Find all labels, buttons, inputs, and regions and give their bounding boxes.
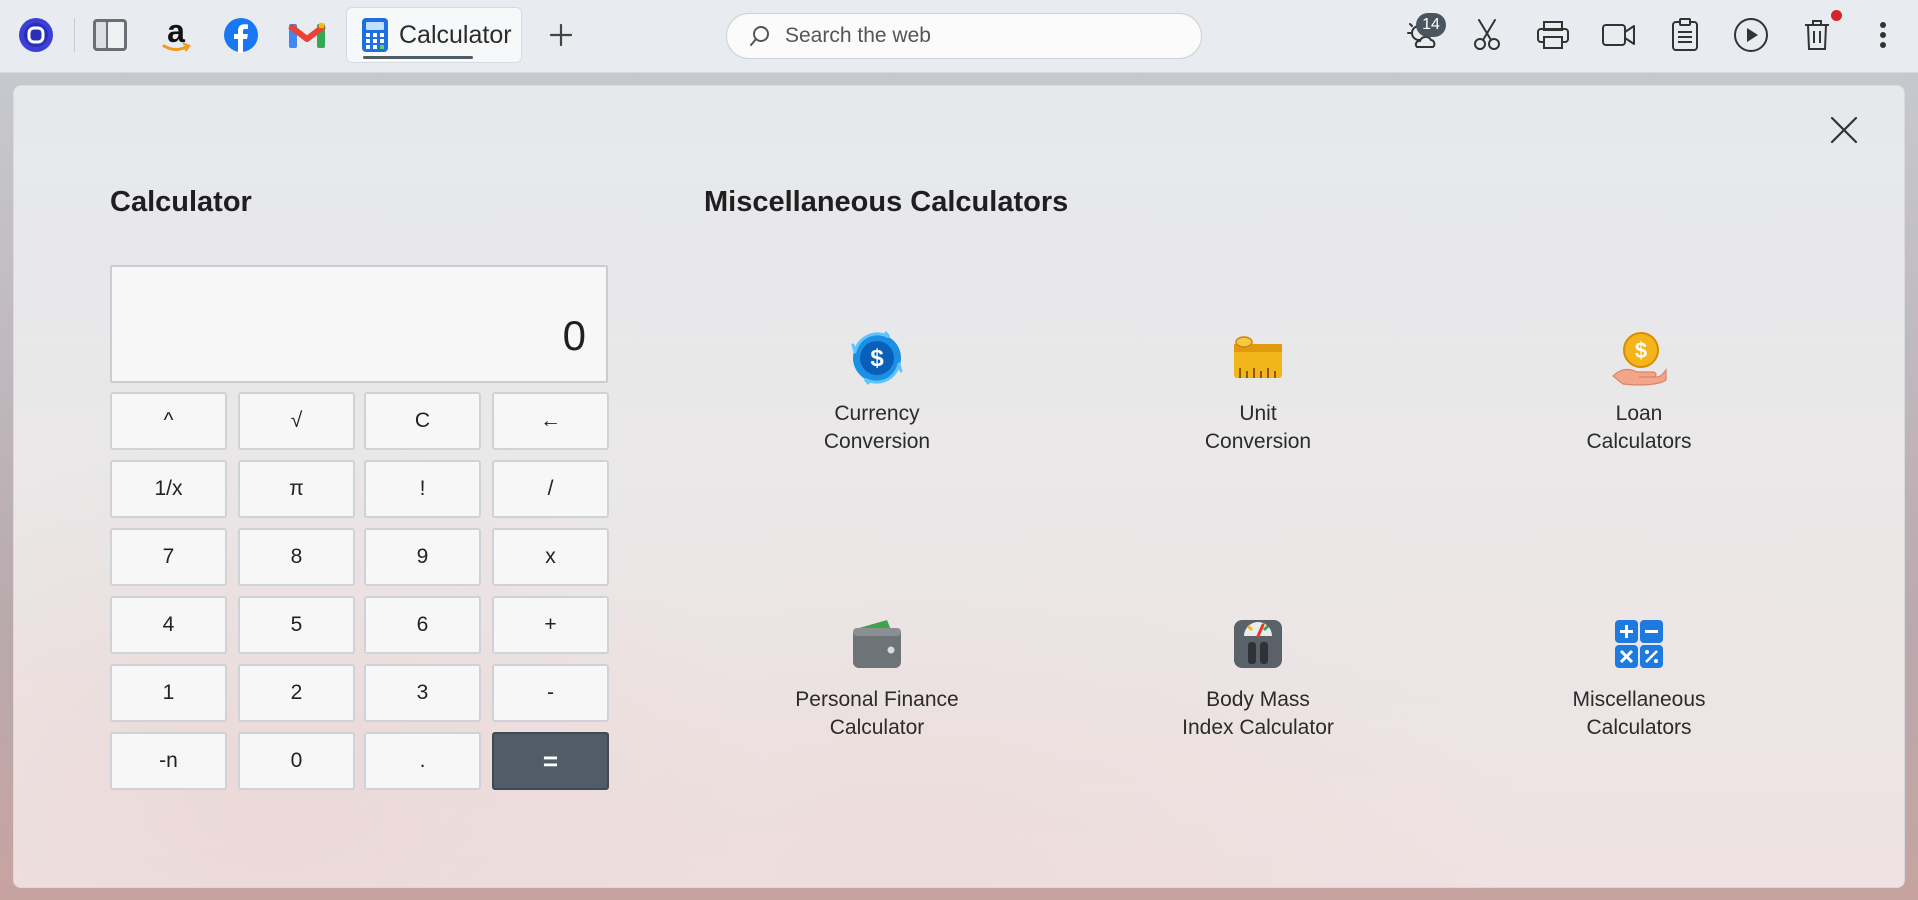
tile-loan-calculators[interactable]: $ Loan Calculators	[1519, 330, 1759, 456]
tile-label-line2: Calculators	[1586, 430, 1692, 453]
key-factorial[interactable]: !	[364, 460, 481, 518]
misc-calculators-title: Miscellaneous Calculators	[704, 186, 1069, 218]
tile-label-line1: Currency	[834, 402, 920, 425]
tile-currency-conversion[interactable]: $ Currency Conversion	[757, 330, 997, 456]
key-4[interactable]: 4	[110, 596, 227, 654]
key-equals[interactable]: =	[492, 732, 609, 790]
key-7[interactable]: 7	[110, 528, 227, 586]
key-sqrt[interactable]: √	[238, 392, 355, 450]
svg-text:$: $	[1635, 338, 1647, 363]
currency-exchange-icon: $	[849, 330, 905, 386]
tile-label-line1: Body Mass	[1206, 688, 1310, 711]
tile-label-line2: Conversion	[823, 430, 931, 453]
key-clear[interactable]: C	[364, 392, 481, 450]
key-backspace[interactable]: ←	[492, 392, 609, 450]
tab-label: Calculator	[399, 20, 512, 49]
start-app-icon[interactable]	[13, 12, 59, 58]
wallet-icon	[849, 616, 905, 672]
math-operators-icon	[1611, 616, 1667, 672]
calculator-display: 0	[110, 265, 608, 383]
facebook-icon[interactable]	[218, 12, 264, 58]
close-icon[interactable]	[1824, 110, 1864, 150]
printer-icon[interactable]	[1530, 12, 1576, 58]
key-multiply[interactable]: x	[492, 528, 609, 586]
tile-label-line1: Personal Finance	[795, 688, 959, 711]
tile-label-line2: Calculators	[1586, 716, 1692, 739]
notification-dot	[1831, 10, 1842, 21]
tab-calculator[interactable]: Calculator	[346, 7, 522, 63]
key-6[interactable]: 6	[364, 596, 481, 654]
coin-in-hand-icon: $	[1611, 330, 1667, 386]
calculator-icon	[361, 17, 389, 53]
file-manager-icon[interactable]	[87, 12, 133, 58]
active-tab-indicator	[363, 56, 473, 59]
tile-unit-conversion[interactable]: Unit Conversion	[1138, 330, 1378, 456]
search-placeholder: Search the web	[785, 24, 931, 47]
key-9[interactable]: 9	[364, 528, 481, 586]
video-camera-icon[interactable]	[1596, 12, 1642, 58]
amazon-icon[interactable]: a	[153, 12, 199, 58]
calculator-title: Calculator	[110, 186, 252, 218]
measuring-tape-icon	[1230, 330, 1286, 386]
taskbar-separator	[74, 18, 75, 52]
tile-label-line1: Unit	[1239, 402, 1277, 425]
search-input[interactable]: Search the web	[726, 13, 1202, 59]
key-2[interactable]: 2	[238, 664, 355, 722]
taskbar: a Calculator Search the web 14	[0, 0, 1918, 73]
key-1[interactable]: 1	[110, 664, 227, 722]
tile-personal-finance[interactable]: Personal Finance Calculator	[757, 616, 997, 742]
tile-label-line2: Conversion	[1204, 430, 1312, 453]
key-subtract[interactable]: -	[492, 664, 609, 722]
tile-label-line1: Loan	[1615, 402, 1663, 425]
tile-miscellaneous-calculators[interactable]: Miscellaneous Calculators	[1519, 616, 1759, 742]
key-3[interactable]: 3	[364, 664, 481, 722]
svg-text:a: a	[167, 15, 185, 49]
tile-label-line2: Index Calculator	[1182, 716, 1334, 739]
key-0[interactable]: 0	[238, 732, 355, 790]
scissors-icon[interactable]	[1464, 12, 1510, 58]
key-reciprocal[interactable]: 1/x	[110, 460, 227, 518]
bathroom-scale-icon	[1230, 616, 1286, 672]
more-icon[interactable]	[1860, 12, 1906, 58]
key-negate[interactable]: -n	[110, 732, 227, 790]
key-5[interactable]: 5	[238, 596, 355, 654]
key-power[interactable]: ^	[110, 392, 227, 450]
plus-icon[interactable]	[538, 12, 584, 58]
key-pi[interactable]: π	[238, 460, 355, 518]
key-divide[interactable]: /	[492, 460, 609, 518]
key-8[interactable]: 8	[238, 528, 355, 586]
gmail-icon[interactable]	[284, 12, 330, 58]
key-decimal[interactable]: .	[364, 732, 481, 790]
play-icon[interactable]	[1728, 12, 1774, 58]
search-icon	[749, 25, 771, 47]
clipboard-icon[interactable]	[1662, 12, 1708, 58]
svg-text:$: $	[870, 345, 884, 372]
tile-body-mass-index[interactable]: Body Mass Index Calculator	[1138, 616, 1378, 742]
tile-label-line2: Calculator	[829, 716, 925, 739]
tile-label-line1: Miscellaneous	[1572, 688, 1706, 711]
key-add[interactable]: +	[492, 596, 609, 654]
weather-badge: 14	[1416, 13, 1446, 37]
